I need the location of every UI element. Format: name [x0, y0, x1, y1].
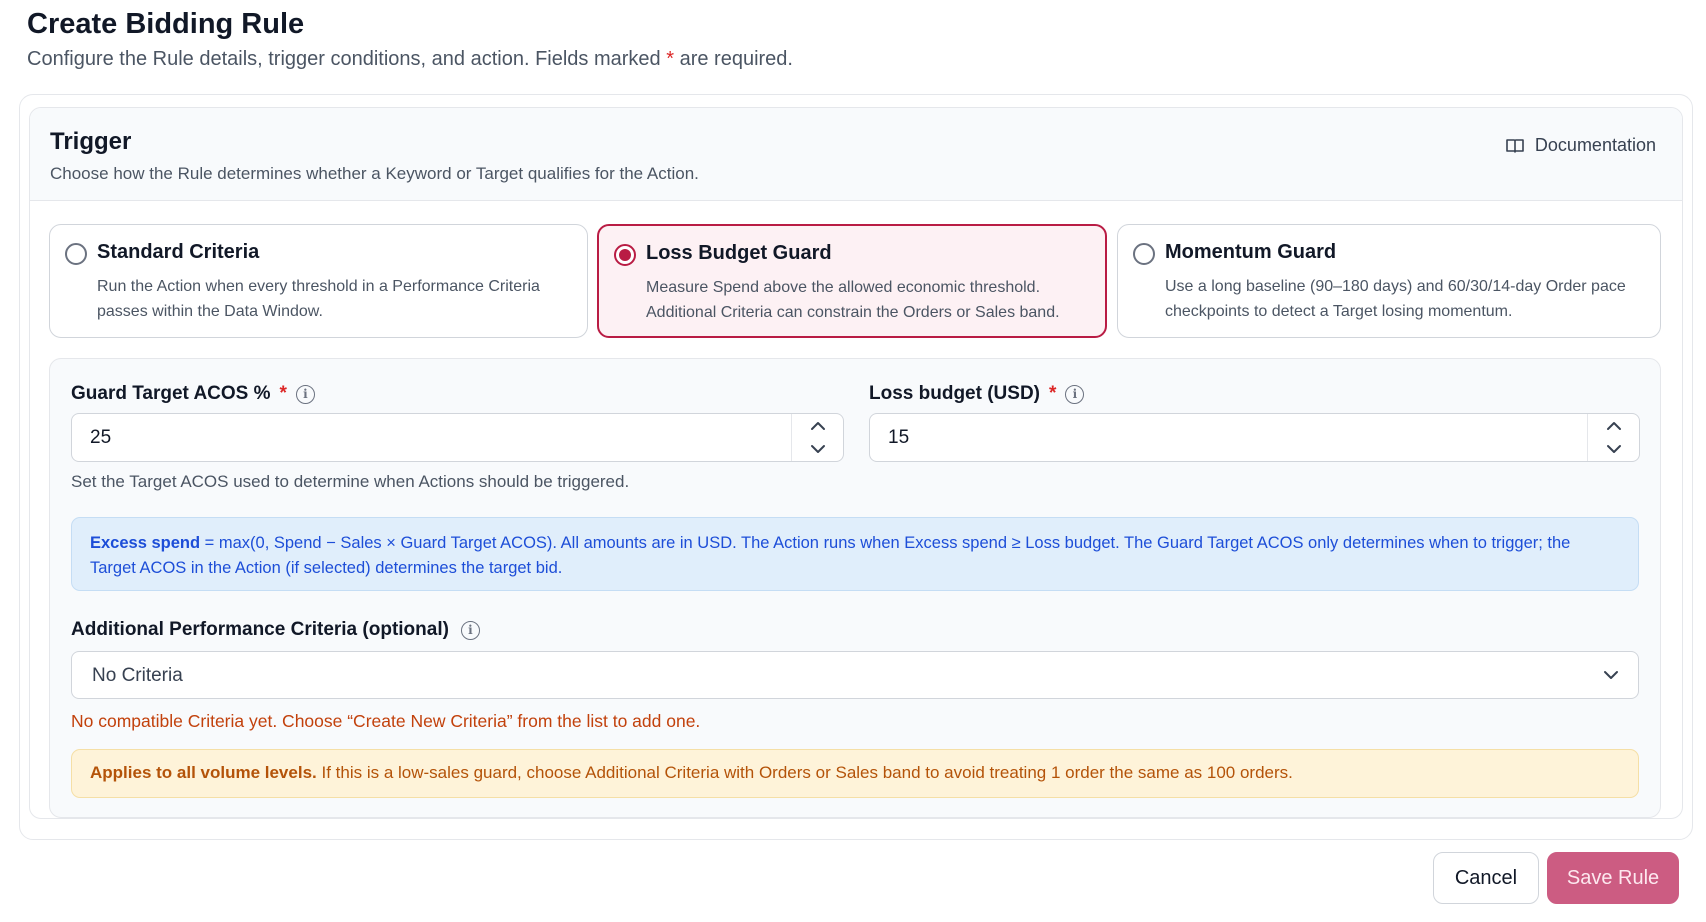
trigger-header: Trigger Choose how the Rule determines w… [30, 108, 1682, 201]
volume-levels-note: Applies to all volume levels. If this is… [71, 749, 1639, 798]
criteria-select[interactable]: No Criteria [71, 651, 1639, 699]
trigger-title: Trigger [50, 128, 132, 155]
criteria-selected-value: No Criteria [92, 665, 183, 686]
criteria-label-text: Additional Performance Criteria (optiona… [71, 619, 449, 640]
chevron-up-icon [1606, 421, 1621, 430]
loss-budget-label-text: Loss budget (USD) [869, 383, 1040, 404]
decrement-button[interactable] [792, 438, 843, 462]
guard-acos-label-text: Guard Target ACOS % [71, 383, 271, 404]
info-icon[interactable]: i [295, 384, 315, 404]
cancel-button[interactable]: Cancel [1433, 852, 1539, 904]
option-loss-budget-guard[interactable]: Loss Budget Guard Measure Spend above th… [597, 224, 1107, 338]
option-standard-criteria[interactable]: Standard Criteria Run the Action when ev… [49, 224, 588, 338]
subtitle-text-end: are required. [674, 48, 793, 70]
chevron-down-icon [1606, 445, 1621, 454]
loss-budget-label: Loss budget (USD) * i [869, 383, 1085, 405]
guard-acos-input[interactable] [71, 413, 844, 462]
option-title: Standard Criteria [97, 241, 260, 263]
guard-acos-stepper [791, 414, 843, 461]
required-marker: * [279, 383, 287, 404]
trigger-description: Choose how the Rule determines whether a… [50, 164, 699, 183]
info-icon[interactable]: i [460, 620, 480, 640]
note-bold: Applies to all volume levels. [90, 763, 317, 782]
documentation-link[interactable]: Documentation [1505, 135, 1656, 156]
info-icon[interactable]: i [1065, 384, 1085, 404]
increment-button[interactable] [792, 414, 843, 438]
note-text: If this is a low-sales guard, choose Add… [316, 763, 1293, 782]
loss-budget-stepper [1587, 414, 1639, 461]
criteria-label: Additional Performance Criteria (optiona… [71, 619, 480, 641]
required-marker: * [1049, 383, 1057, 404]
option-title: Loss Budget Guard [646, 242, 832, 264]
chevron-down-icon [1604, 671, 1618, 679]
radio-momentum-guard[interactable] [1133, 243, 1155, 265]
loss-budget-input[interactable] [869, 413, 1640, 462]
documentation-label: Documentation [1534, 135, 1656, 155]
excess-spend-info-box: Excess spend = max(0, Spend − Sales × Gu… [71, 517, 1639, 591]
chevron-up-icon [810, 421, 825, 430]
info-box-text: = max(0, Spend − Sales × Guard Target AC… [90, 534, 1571, 577]
criteria-warning: No compatible Criteria yet. Choose “Crea… [71, 711, 701, 731]
page-subtitle: Configure the Rule details, trigger cond… [27, 48, 793, 71]
increment-button[interactable] [1588, 414, 1639, 438]
guard-acos-field[interactable] [72, 414, 791, 461]
save-rule-button[interactable]: Save Rule [1547, 852, 1679, 904]
subtitle-text: Configure the Rule details, trigger cond… [27, 48, 667, 70]
option-description: Measure Spend above the allowed economic… [646, 279, 1060, 321]
guard-acos-label: Guard Target ACOS % * i [71, 383, 315, 405]
chevron-down-icon [810, 445, 825, 454]
loss-budget-field[interactable] [870, 414, 1587, 461]
radio-loss-budget-guard[interactable] [614, 244, 636, 266]
option-description: Run the Action when every threshold in a… [97, 278, 540, 320]
info-box-term: Excess spend [90, 534, 201, 552]
guard-acos-help-text: Set the Target ACOS used to determine wh… [71, 472, 630, 491]
book-icon [1506, 138, 1524, 153]
option-description: Use a long baseline (90–180 days) and 60… [1165, 278, 1626, 320]
page-title: Create Bidding Rule [27, 8, 305, 40]
decrement-button[interactable] [1588, 438, 1639, 462]
option-momentum-guard[interactable]: Momentum Guard Use a long baseline (90–1… [1117, 224, 1661, 338]
required-marker: * [666, 48, 675, 70]
option-title: Momentum Guard [1165, 241, 1337, 263]
radio-standard-criteria[interactable] [65, 243, 87, 265]
